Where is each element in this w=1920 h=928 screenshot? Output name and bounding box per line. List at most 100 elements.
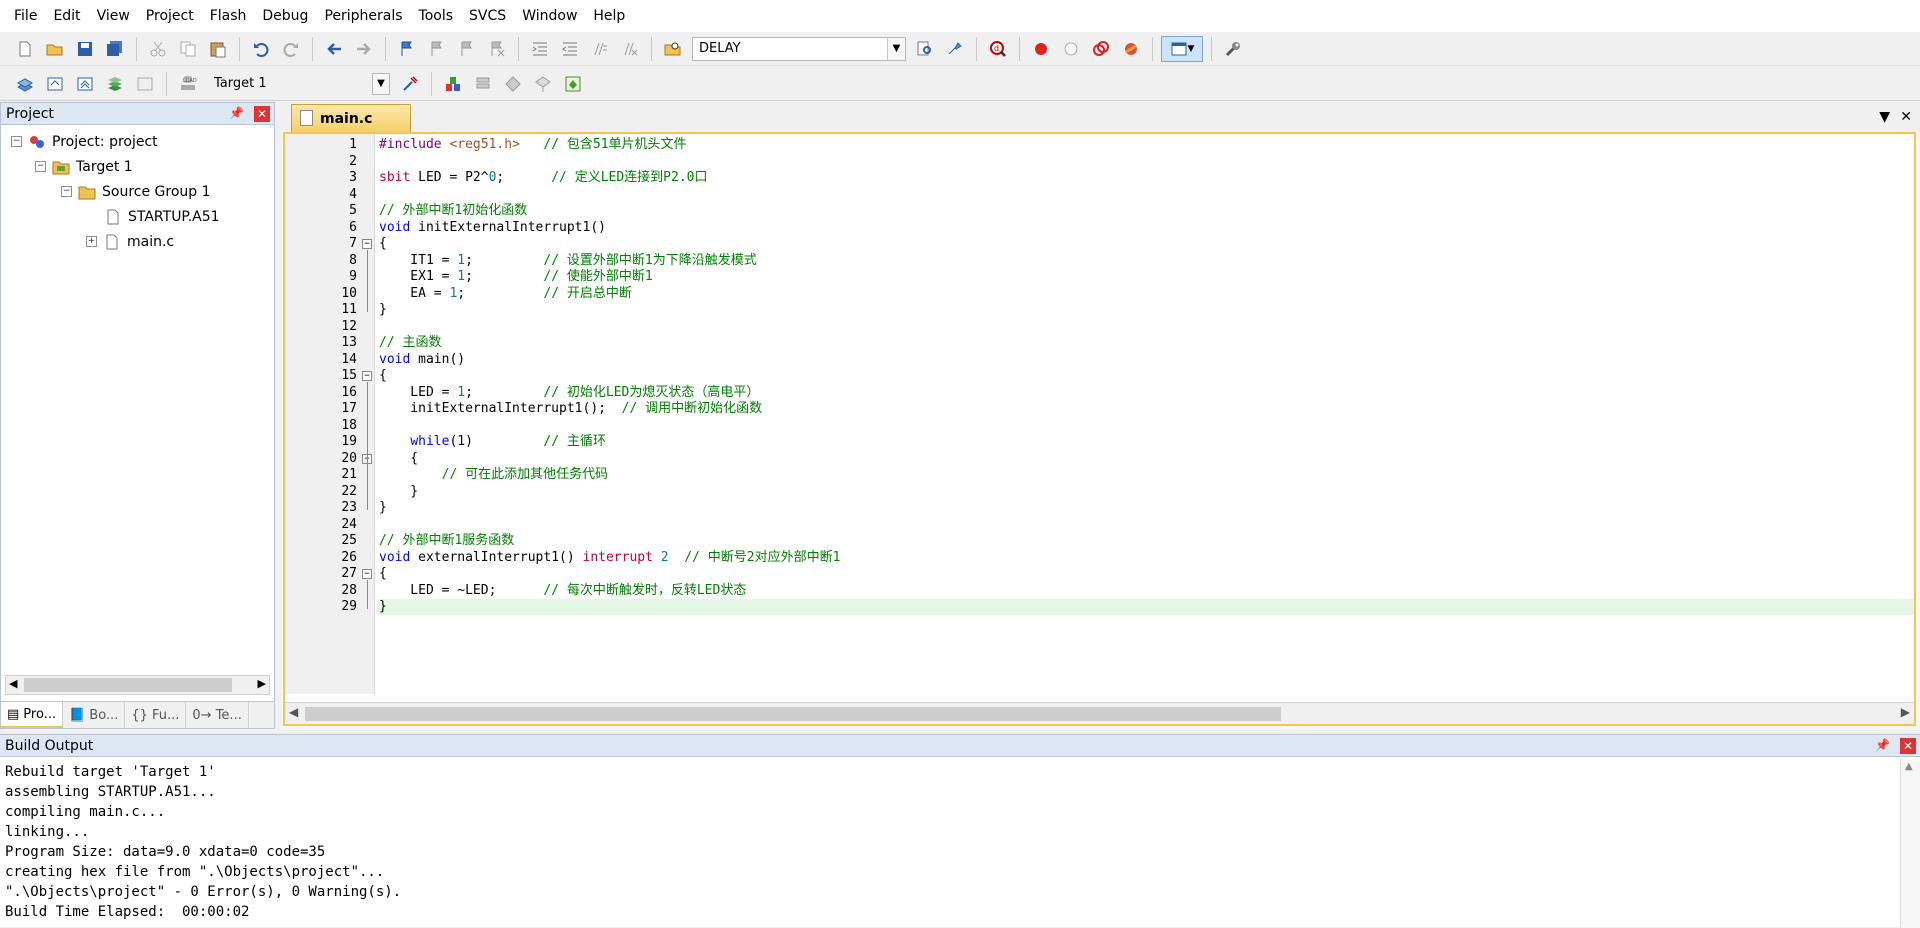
code-line[interactable]: // 可在此添加其他任务代码 [377, 467, 1914, 483]
code-editor[interactable]: 1 2 3 4 5 6 7 8 9 10 11 12 13 14 15 16 17 18 19 20 21 22 23 24 2… [283, 132, 1916, 726]
menu-project[interactable]: Project [138, 0, 202, 32]
fold-collapse-icon[interactable]: − [362, 239, 372, 249]
close-tab-icon[interactable]: ✕ [1900, 109, 1912, 125]
code-line[interactable]: IT1 = 1; // 设置外部中断1为下降沿触发模式 [377, 253, 1914, 269]
menu-svcs[interactable]: SVCS [461, 0, 514, 32]
clear-bookmarks-icon[interactable] [484, 36, 510, 62]
kill-all-breakpoints-icon[interactable] [1118, 36, 1144, 62]
menu-edit[interactable]: Edit [45, 0, 88, 32]
uncomment-icon[interactable] [617, 36, 643, 62]
tree-item-main-file[interactable]: + main.c [1, 229, 274, 254]
indent-icon[interactable] [527, 36, 553, 62]
code-line[interactable]: // 外部中断1服务函数 [377, 533, 1914, 549]
close-icon[interactable]: ✕ [1900, 738, 1916, 754]
code-line[interactable]: void externalInterrupt1() interrupt 2 //… [377, 550, 1914, 566]
tab-functions[interactable]: {} Fu... [125, 702, 187, 728]
code-line[interactable]: void initExternalInterrupt1() [377, 220, 1914, 236]
code-line[interactable]: LED = 1; // 初始化LED为熄灭状态（高电平） [377, 385, 1914, 401]
code-line[interactable]: } [377, 484, 1914, 500]
editor-horizontal-scrollbar[interactable]: ◀ ▶ [285, 702, 1914, 724]
unindent-icon[interactable] [557, 36, 583, 62]
menu-file[interactable]: File [6, 0, 45, 32]
copy-icon[interactable] [175, 36, 201, 62]
cut-icon[interactable] [145, 36, 171, 62]
expand-icon[interactable]: + [86, 236, 97, 247]
code-line[interactable] [377, 319, 1914, 335]
manage-components-icon[interactable] [560, 71, 586, 97]
find-in-files-icon[interactable] [660, 36, 686, 62]
tab-main-c[interactable]: main.c [291, 104, 411, 132]
next-bookmark-icon[interactable] [454, 36, 480, 62]
code-line[interactable] [377, 517, 1914, 533]
menu-peripherals[interactable]: Peripherals [316, 0, 410, 32]
rebuild-icon[interactable] [72, 71, 98, 97]
tab-project[interactable]: ▤ Pro... [1, 702, 64, 728]
code-line[interactable]: sbit LED = P2^0; // 定义LED连接到P2.0口 [377, 170, 1914, 186]
code-line[interactable]: // 主函数 [377, 335, 1914, 351]
code-line[interactable]: } [377, 500, 1914, 516]
translate-icon[interactable] [12, 71, 38, 97]
redo-icon[interactable] [278, 36, 304, 62]
code-line[interactable]: // 外部中断1初始化函数 [377, 203, 1914, 219]
manage-rte-icon[interactable] [530, 71, 556, 97]
code-line[interactable]: EX1 = 1; // 使能外部中断1 [377, 269, 1914, 285]
breakpoint-icon[interactable] [1028, 36, 1054, 62]
build-icon[interactable] [42, 71, 68, 97]
navigate-forward-icon[interactable] [351, 36, 377, 62]
tab-templates[interactable]: 0→ Te... [186, 702, 249, 728]
incremental-find-icon[interactable] [942, 36, 968, 62]
code-line[interactable]: while(1) // 主循环 [377, 434, 1914, 450]
code-line[interactable] [377, 418, 1914, 434]
download-icon[interactable]: LOAD [175, 71, 201, 97]
save-icon[interactable] [72, 36, 98, 62]
file-extensions-icon[interactable] [470, 71, 496, 97]
tab-list-dropdown-icon[interactable]: ▼ [1879, 109, 1890, 125]
project-horizontal-scrollbar[interactable]: ◀ ▶ [5, 675, 270, 695]
target-select[interactable]: Target 1 ▼ [207, 72, 391, 96]
menu-view[interactable]: View [89, 0, 138, 32]
manage-project-icon[interactable] [440, 71, 466, 97]
close-icon[interactable]: ✕ [254, 106, 270, 122]
scroll-right-icon[interactable]: ▶ [258, 677, 266, 690]
menu-debug[interactable]: Debug [254, 0, 316, 32]
prev-bookmark-icon[interactable] [424, 36, 450, 62]
tree-item-target[interactable]: − Target 1 [1, 154, 274, 179]
paste-icon[interactable] [205, 36, 231, 62]
fold-collapse-icon[interactable]: − [362, 371, 372, 381]
navigate-back-icon[interactable] [321, 36, 347, 62]
stop-build-icon[interactable] [132, 71, 158, 97]
tree-item-source-group[interactable]: − Source Group 1 [1, 179, 274, 204]
pin-icon[interactable]: 📌 [1875, 738, 1890, 752]
menu-window[interactable]: Window [514, 0, 585, 32]
window-layout-icon[interactable]: ▼ [1161, 35, 1203, 62]
code-line[interactable]: initExternalInterrupt1(); // 调用中断初始化函数 [377, 401, 1914, 417]
open-folder-icon[interactable] [42, 36, 68, 62]
code-line[interactable] [377, 154, 1914, 170]
code-line[interactable]: #include <reg51.h> // 包含51单片机头文件 [377, 137, 1914, 153]
menu-help[interactable]: Help [585, 0, 633, 32]
undo-icon[interactable] [248, 36, 274, 62]
target-options-icon[interactable] [397, 71, 423, 97]
code-line[interactable] [377, 187, 1914, 203]
select-packs-icon[interactable] [500, 71, 526, 97]
chevron-down-icon[interactable]: ▼ [887, 37, 905, 60]
scrollbar-thumb[interactable] [24, 678, 232, 692]
pin-icon[interactable]: 📌 [229, 106, 244, 120]
configure-icon[interactable] [1220, 36, 1246, 62]
collapse-icon[interactable]: − [61, 186, 72, 197]
code-line[interactable]: { [377, 566, 1914, 582]
debug-session-icon[interactable]: d [985, 36, 1011, 62]
code-line[interactable]: EA = 1; // 开启总中断 [377, 286, 1914, 302]
chevron-down-icon[interactable]: ▼ [372, 72, 390, 95]
disable-all-breakpoints-icon[interactable] [1088, 36, 1114, 62]
fold-collapse-icon[interactable]: − [362, 569, 372, 579]
menu-flash[interactable]: Flash [202, 0, 255, 32]
bookmark-icon[interactable] [394, 36, 420, 62]
code-line[interactable]: { [377, 368, 1914, 384]
code-line[interactable]: } [377, 302, 1914, 318]
tree-item-startup-file[interactable]: STARTUP.A51 [1, 204, 274, 229]
batch-build-icon[interactable] [102, 71, 128, 97]
code-line[interactable]: { [377, 236, 1914, 252]
disable-breakpoint-icon[interactable] [1058, 36, 1084, 62]
scrollbar-thumb[interactable] [305, 707, 1281, 721]
